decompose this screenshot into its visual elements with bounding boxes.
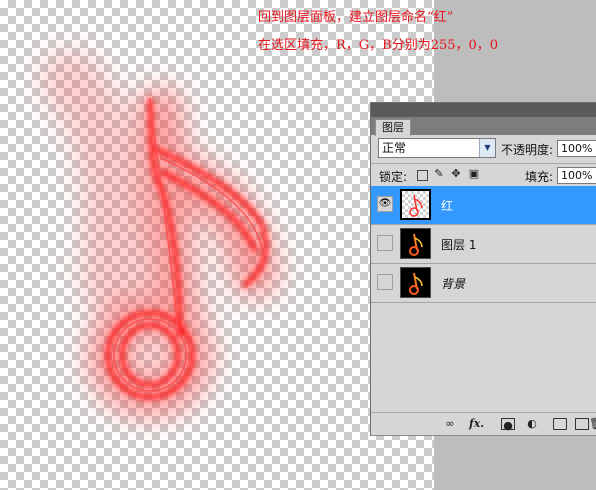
layer-thumbnail xyxy=(400,267,431,298)
tab-layers[interactable]: 图层 xyxy=(375,119,411,136)
opacity-input[interactable]: 100% xyxy=(557,140,596,157)
blend-mode-select[interactable]: 正常 ▼ xyxy=(378,138,496,158)
lock-move-icon[interactable]: ✥ xyxy=(450,168,462,180)
new-layer-icon[interactable] xyxy=(575,418,589,430)
lock-label: 锁定: xyxy=(379,170,408,184)
blend-mode-value: 正常 xyxy=(382,141,407,155)
instruction-line-1: 回到图层面板，建立图层命名“红” xyxy=(258,10,454,25)
lock-paint-icon[interactable]: ✎ xyxy=(433,168,445,180)
adjustment-layer-icon[interactable]: ◐ xyxy=(525,417,539,431)
chevron-down-icon[interactable]: ▼ xyxy=(479,139,495,157)
layer-name: 背景 xyxy=(441,277,466,291)
fire-note-thumbnail-icon xyxy=(409,233,423,256)
delete-layer-icon[interactable]: 🗑 xyxy=(589,417,596,431)
eye-icon[interactable]: 👁 xyxy=(377,196,393,212)
instruction-line-2: 在选区填充，R，G，B分别为255，0，0 xyxy=(258,38,499,53)
layer-row-background[interactable]: 背景 xyxy=(371,264,596,303)
fx-icon[interactable]: fx. xyxy=(469,417,484,431)
panel-tab-row: 图层 xyxy=(371,117,596,136)
note-thumbnail-icon xyxy=(409,194,423,217)
layer-name: 图层 1 xyxy=(441,238,477,252)
link-layers-icon[interactable]: ∞ xyxy=(443,417,457,431)
lock-all-icon[interactable]: ▣ xyxy=(468,168,480,180)
visibility-toggle[interactable] xyxy=(377,274,393,290)
layer-list: 👁 红 图层 1 背景 xyxy=(371,186,596,303)
lock-row: 锁定: ✎ ✥ ▣ 填充: 100% xyxy=(371,163,596,186)
new-group-icon[interactable] xyxy=(553,418,567,430)
panel-footer: ∞ fx. ● ◐ 🗑 xyxy=(371,412,596,435)
layer-mask-icon[interactable]: ● xyxy=(501,418,515,432)
layer-name: 红 xyxy=(441,199,454,213)
layer-row-red[interactable]: 👁 红 xyxy=(371,186,596,225)
red-music-note-artwork xyxy=(40,50,278,418)
panel-title-bar[interactable] xyxy=(371,103,596,117)
visibility-toggle[interactable] xyxy=(377,235,393,251)
layers-panel: 图层 正常 ▼ 不透明度: 100% 锁定: ✎ ✥ ▣ 填充: 100% 👁 xyxy=(370,102,596,436)
fill-label: 填充: xyxy=(525,170,554,184)
layer-thumbnail xyxy=(400,228,431,259)
fill-input[interactable]: 100% xyxy=(557,167,596,184)
fire-note-thumbnail-icon xyxy=(409,272,423,295)
opacity-label: 不透明度: xyxy=(501,143,554,157)
layer-row-layer-1[interactable]: 图层 1 xyxy=(371,225,596,264)
layer-thumbnail xyxy=(400,189,431,220)
lock-transparent-icon[interactable] xyxy=(417,170,428,181)
blend-row: 正常 ▼ 不透明度: 100% xyxy=(371,137,596,161)
